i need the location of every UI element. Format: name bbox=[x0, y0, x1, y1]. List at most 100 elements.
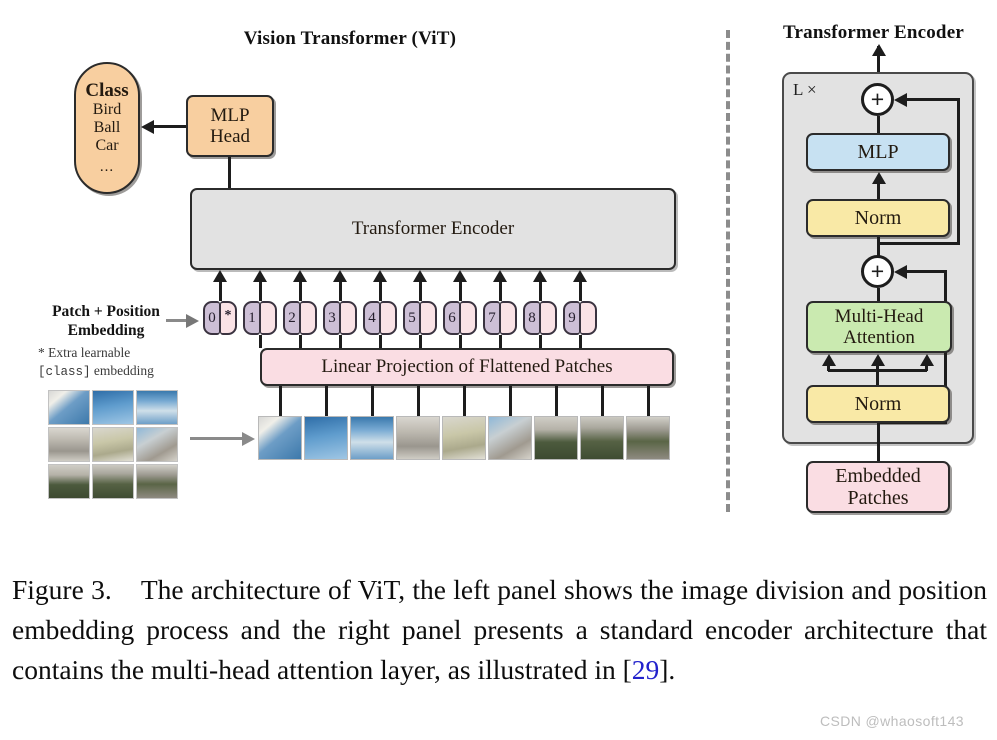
residual-skip-top-horizontal bbox=[906, 98, 960, 101]
embedding-label-arrow-line bbox=[166, 319, 186, 322]
token-to-encoder-line-9 bbox=[578, 282, 582, 301]
token-to-encoder-line-8 bbox=[538, 282, 542, 301]
normtop-to-mlp-line bbox=[877, 184, 880, 200]
norm-block-top-label: Norm bbox=[854, 206, 902, 229]
patch-position-label-line1: Patch + Position bbox=[52, 303, 160, 320]
embedded-patches-block: Embedded Patches bbox=[806, 461, 950, 513]
qkv-arrowhead-value bbox=[920, 354, 934, 366]
position-embedding-1: 1 bbox=[243, 301, 260, 335]
class-heading: Class bbox=[85, 79, 129, 101]
token-to-encoder-line-1 bbox=[258, 282, 262, 301]
source-grid-cell-r2c2 bbox=[92, 427, 134, 462]
class-token-star: * bbox=[220, 301, 237, 335]
image-patch-5 bbox=[442, 416, 486, 460]
token-to-encoder-line-7 bbox=[498, 282, 502, 301]
mlp-head-box: MLP Head bbox=[186, 95, 274, 157]
token-to-encoder-arrowhead-0 bbox=[213, 270, 227, 282]
projection-to-token-line-7 bbox=[498, 335, 502, 348]
token-to-encoder-arrowhead-9 bbox=[573, 270, 587, 282]
caption-reference[interactable]: 29 bbox=[632, 654, 660, 685]
position-embedding-5: 5 bbox=[403, 301, 420, 335]
caption-body: The architecture of ViT, the left panel … bbox=[12, 574, 987, 685]
token-pill-0: 0 * bbox=[203, 301, 237, 335]
position-embedding-3: 3 bbox=[323, 301, 340, 335]
residual-skip-bottom-horizontal bbox=[906, 270, 947, 273]
patch-embedding-8 bbox=[540, 301, 557, 335]
projection-to-token-line-1 bbox=[258, 335, 262, 348]
source-grid-cell-r2c3 bbox=[136, 427, 178, 462]
patch-embedding-5 bbox=[420, 301, 437, 335]
normtop-to-mlp-arrowhead bbox=[871, 172, 886, 184]
image-to-patches-arrowhead bbox=[242, 431, 255, 446]
source-grid-cell-r1c1 bbox=[48, 390, 90, 425]
token-to-encoder-line-0 bbox=[218, 282, 222, 301]
patch-to-projection-line-5 bbox=[462, 386, 466, 416]
mlphead-to-encoder-line bbox=[228, 157, 231, 191]
patch-embedding-7 bbox=[500, 301, 517, 335]
patch-position-label: Patch + Position Embedding bbox=[30, 303, 182, 340]
token-to-encoder-line-4 bbox=[378, 282, 382, 301]
image-patch-3 bbox=[350, 416, 394, 460]
csdn-watermark: CSDN @whaosoft143 bbox=[820, 713, 964, 729]
projection-to-token-line-2 bbox=[298, 335, 302, 348]
class-output-box: Class Bird Ball Car ... bbox=[74, 62, 140, 194]
image-patch-4 bbox=[396, 416, 440, 460]
class-token-code-rest: embedding bbox=[90, 362, 154, 378]
qkv-arrowhead-query bbox=[822, 354, 836, 366]
figure-container: Vision Transformer (ViT) Transformer Enc… bbox=[0, 0, 997, 740]
embedded-patches-line1: Embedded bbox=[835, 464, 921, 487]
residual-add-bottom: + bbox=[861, 255, 894, 288]
token-pill-2: 2 bbox=[283, 301, 317, 335]
patch-embedding-4 bbox=[380, 301, 397, 335]
extra-learnable-note: * Extra learnable [class] embedding bbox=[38, 344, 198, 380]
source-grid-cell-r2c1 bbox=[48, 427, 90, 462]
token-to-encoder-arrowhead-1 bbox=[253, 270, 267, 282]
mlp-head-line1: MLP bbox=[210, 104, 250, 126]
multihead-attention-block: Multi-Head Attention bbox=[806, 301, 952, 353]
source-grid-cell-r3c2 bbox=[92, 464, 134, 499]
class-ellipsis: ... bbox=[99, 159, 115, 176]
token-to-encoder-arrowhead-3 bbox=[333, 270, 347, 282]
residual-add-top-symbol: + bbox=[870, 86, 885, 112]
residual-skip-top-arrowhead bbox=[894, 92, 907, 107]
right-panel-title: Transformer Encoder bbox=[783, 22, 964, 43]
patch-embedding-9 bbox=[580, 301, 597, 335]
token-pill-6: 6 bbox=[443, 301, 477, 335]
mlphead-to-class-arrowhead bbox=[141, 119, 154, 134]
token-to-encoder-line-5 bbox=[418, 282, 422, 301]
token-pill-7: 7 bbox=[483, 301, 517, 335]
repeat-count-label: L × bbox=[793, 80, 817, 99]
embedded-to-norm-line bbox=[877, 423, 880, 462]
patch-embedding-3 bbox=[340, 301, 357, 335]
class-item-bird: Bird bbox=[92, 101, 122, 119]
position-embedding-9: 9 bbox=[563, 301, 580, 335]
image-patch-2 bbox=[304, 416, 348, 460]
patch-embedding-2 bbox=[300, 301, 317, 335]
patch-to-projection-line-8 bbox=[600, 386, 604, 416]
image-patch-9 bbox=[626, 416, 670, 460]
class-token-code: [class] bbox=[38, 364, 91, 379]
residual-skip-bottom-arrowhead bbox=[894, 264, 907, 279]
projection-to-token-line-5 bbox=[418, 335, 422, 348]
position-embedding-8: 8 bbox=[523, 301, 540, 335]
mlp-to-add-line bbox=[877, 116, 880, 134]
encoder-output-arrowhead bbox=[871, 44, 886, 56]
source-image-grid bbox=[48, 390, 180, 500]
extra-learnable-note-line1: * Extra learnable bbox=[38, 345, 131, 360]
patch-to-projection-line-1 bbox=[278, 386, 282, 416]
projection-to-token-line-3 bbox=[338, 335, 342, 348]
image-patch-6 bbox=[488, 416, 532, 460]
image-patch-7 bbox=[534, 416, 578, 460]
token-to-encoder-arrowhead-6 bbox=[453, 270, 467, 282]
residual-skip-top-tap bbox=[877, 242, 960, 245]
mlp-head-line2: Head bbox=[209, 126, 251, 147]
source-grid-cell-r3c3 bbox=[136, 464, 178, 499]
token-to-encoder-arrowhead-4 bbox=[373, 270, 387, 282]
projection-to-token-line-6 bbox=[458, 335, 462, 348]
patch-to-projection-line-7 bbox=[554, 386, 558, 416]
norm-block-bottom: Norm bbox=[806, 385, 950, 423]
patch-embedding-6 bbox=[460, 301, 477, 335]
transformer-encoder-label: Transformer Encoder bbox=[351, 218, 515, 240]
token-pill-8: 8 bbox=[523, 301, 557, 335]
token-pill-4: 4 bbox=[363, 301, 397, 335]
